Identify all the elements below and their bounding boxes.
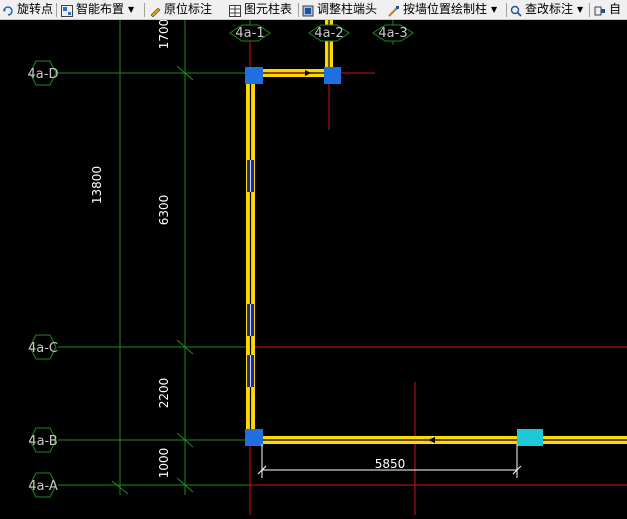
axis-bubble-4a-2[interactable]: 4a-2 — [308, 24, 350, 42]
draw-by-wall-button[interactable]: 按墙位置绘制柱 ▼ — [388, 0, 497, 19]
dropdown-arrow-icon[interactable]: ▼ — [577, 0, 583, 19]
axis-label-4a-B: 4a-B — [28, 434, 57, 449]
dimension-d1-label: 1700 — [157, 20, 171, 49]
auto-icon — [594, 4, 606, 16]
column-4a-2-D[interactable] — [324, 67, 341, 84]
dimension-ticks — [111, 65, 194, 495]
drawing-svg[interactable]: 5850 13800 1700 6300 2200 1000 4a-1 4a-2… — [0, 19, 627, 515]
adjust-column-end-label: 调整柱端头 — [317, 2, 378, 16]
rotate-point-label: 旋转点 — [17, 2, 54, 16]
toolbar: 旋转点 智能布置 ▼ 原位标注 图元柱表 调整柱端头 按墙位置绘制柱 ▼ 查改标… — [0, 0, 627, 20]
axis-label-4a-2: 4a-2 — [314, 26, 343, 41]
adjust-column-end-button[interactable]: 调整柱端头 — [302, 0, 377, 19]
column-4a-1-B[interactable] — [245, 429, 263, 446]
dimension-d2-label: 6300 — [157, 195, 171, 226]
beam-horizontal-bottom[interactable] — [250, 436, 627, 444]
dimension-total-label: 13800 — [90, 166, 104, 204]
smart-layout-label: 智能布置 — [76, 2, 125, 16]
smart-layout-icon — [61, 4, 73, 17]
axis-bubble-4a-3[interactable]: 4a-3 — [372, 24, 414, 42]
axis-label-4a-D: 4a-D — [28, 67, 59, 82]
smart-layout-button[interactable]: 智能布置 ▼ — [61, 0, 134, 19]
axis-bubble-4a-A[interactable]: 4a-A — [28, 472, 58, 498]
axis-bubble-4a-B[interactable]: 4a-B — [28, 427, 58, 453]
dimension-d3-label: 2200 — [157, 378, 171, 409]
auto-label: 自 — [609, 2, 622, 16]
wall-draw-icon — [388, 4, 400, 17]
column-4a-1-D[interactable] — [245, 67, 263, 84]
drawing-canvas[interactable]: 5850 13800 1700 6300 2200 1000 4a-1 4a-2… — [0, 19, 627, 515]
axis-bubble-4a-1[interactable]: 4a-1 — [229, 24, 271, 42]
column-selected[interactable] — [517, 429, 543, 446]
toolbar-separator — [589, 3, 590, 17]
axis-label-4a-1: 4a-1 — [235, 26, 264, 41]
toolbar-separator — [506, 3, 507, 17]
rotate-icon — [2, 4, 14, 16]
axis-label-4a-3: 4a-3 — [378, 26, 407, 41]
check-annotation-button[interactable]: 查改标注 ▼ — [510, 0, 583, 19]
dropdown-arrow-icon[interactable]: ▼ — [491, 0, 497, 19]
axis-bubble-4a-D[interactable]: 4a-D — [28, 60, 59, 86]
element-column-table-label: 图元柱表 — [244, 2, 293, 16]
toolbar-separator — [298, 3, 299, 17]
rotate-point-button[interactable]: 旋转点 — [2, 0, 53, 19]
pencil-icon — [149, 4, 161, 17]
toolbar-separator — [144, 3, 145, 17]
dimension-bottom-label: 5850 — [375, 457, 406, 471]
search-edit-icon — [510, 4, 522, 17]
origin-annotation-button[interactable]: 原位标注 — [149, 0, 212, 19]
axis-bubble-4a-C[interactable]: 4a-C — [28, 334, 58, 360]
dropdown-arrow-icon[interactable]: ▼ — [128, 0, 134, 19]
table-icon — [229, 4, 241, 17]
toolbar-separator — [56, 3, 57, 17]
column-end-icon — [302, 4, 314, 16]
dimension-d4-label: 1000 — [157, 448, 171, 479]
auto-button[interactable]: 自 — [594, 0, 621, 19]
draw-by-wall-label: 按墙位置绘制柱 — [403, 2, 488, 16]
axis-label-4a-A: 4a-A — [28, 479, 58, 494]
origin-annotation-label: 原位标注 — [164, 2, 213, 16]
axis-label-4a-C: 4a-C — [28, 341, 58, 356]
element-column-table-button[interactable]: 图元柱表 — [229, 0, 292, 19]
check-annotation-label: 查改标注 — [525, 2, 574, 16]
